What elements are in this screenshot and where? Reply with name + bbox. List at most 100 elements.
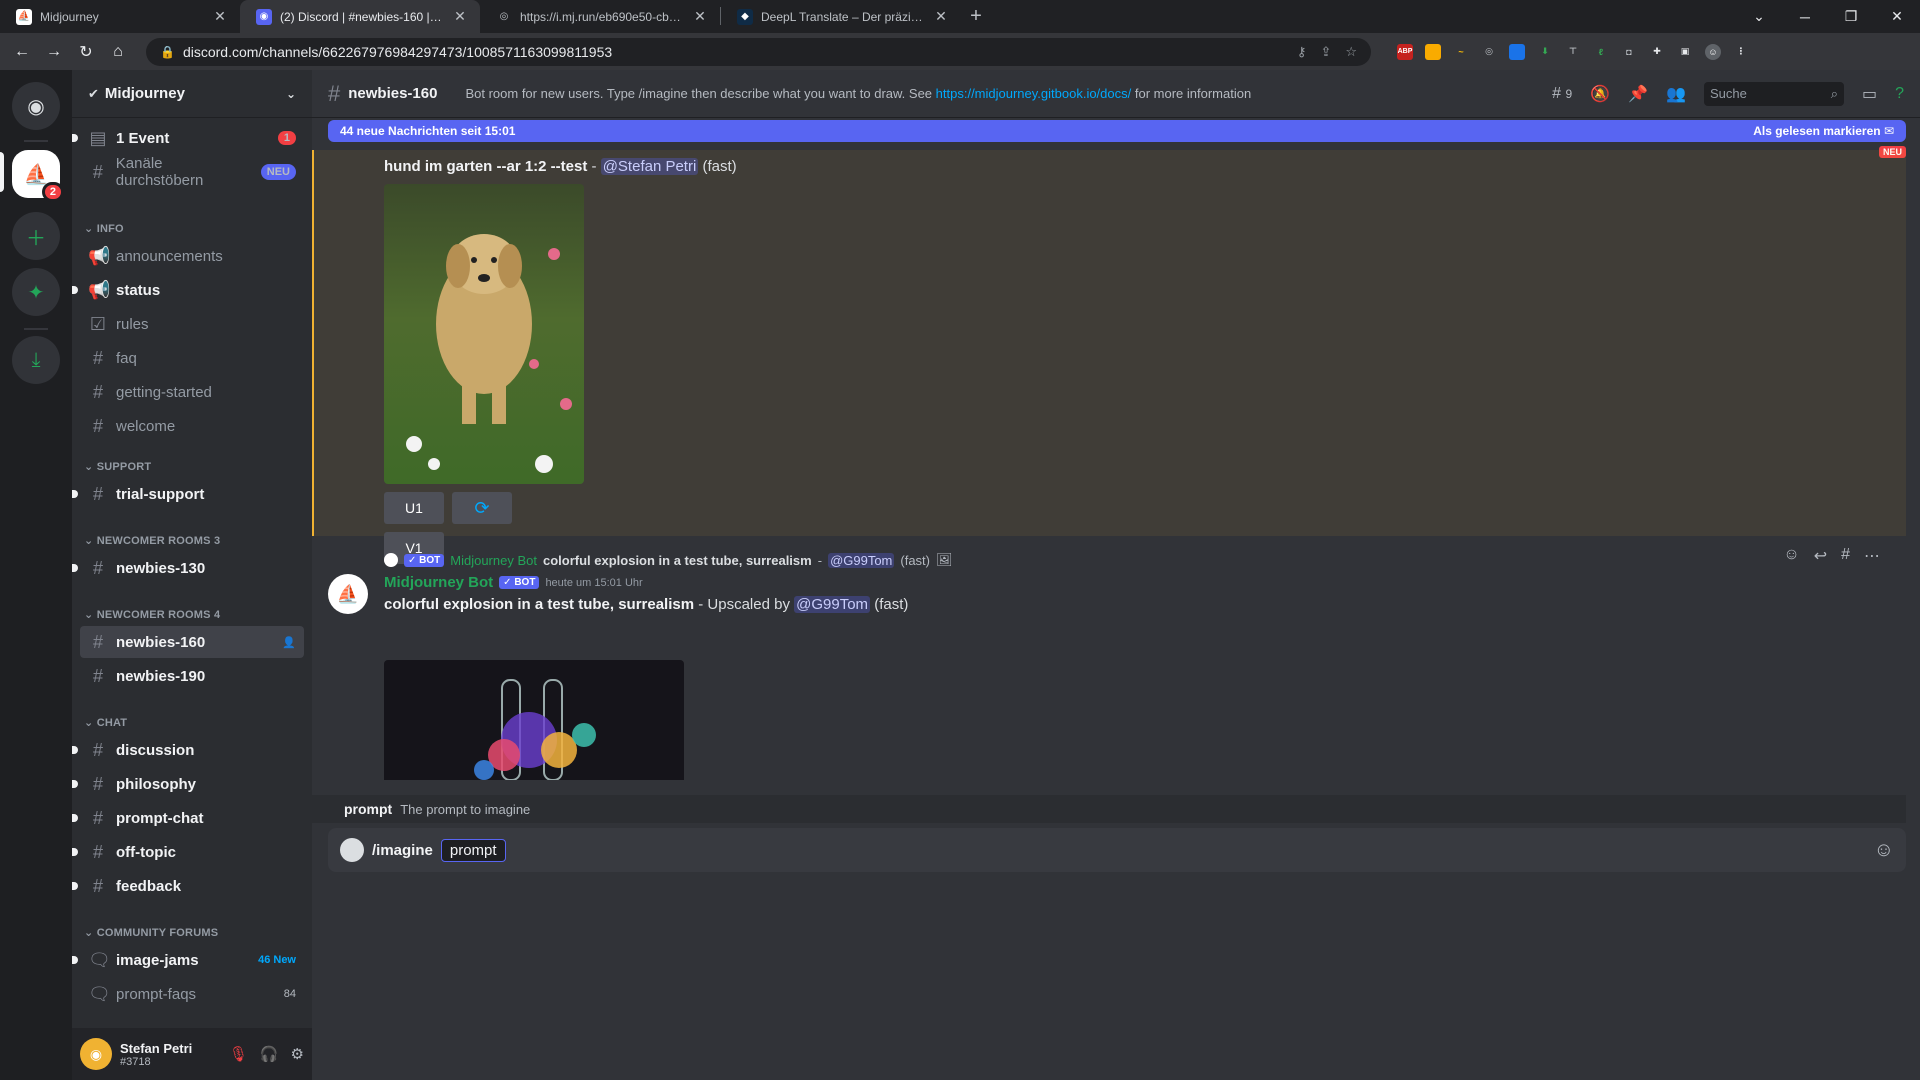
puzzle-icon[interactable]: ✚ bbox=[1649, 44, 1665, 60]
member-list-icon[interactable]: 👥 bbox=[1666, 84, 1686, 104]
forward-arrow-icon[interactable]: → bbox=[40, 38, 68, 66]
home-icon[interactable]: ⌂ bbox=[104, 38, 132, 66]
pin-icon[interactable]: 📌 bbox=[1628, 84, 1648, 104]
profile-avatar-icon[interactable]: ☺ bbox=[1705, 43, 1721, 60]
avatar[interactable]: ⛵ bbox=[328, 574, 368, 614]
channel-newbies-160[interactable]: # newbies-160 👤 bbox=[80, 626, 304, 658]
translate-extension-icon[interactable] bbox=[1509, 43, 1525, 60]
tool-extension-icon[interactable]: ⊤ bbox=[1565, 44, 1581, 60]
forum-prompt-faqs[interactable]: 🗨 prompt-faqs 84 bbox=[80, 978, 304, 1010]
headphones-icon[interactable]: 🎧 bbox=[260, 1045, 279, 1063]
browser-tab-mj-run[interactable]: ◎ https://i.mj.run/eb690e50-cb24-... ✕ bbox=[480, 0, 720, 33]
invite-member-icon[interactable]: 👤 bbox=[282, 636, 296, 649]
search-input[interactable]: Suche ⌕ bbox=[1703, 81, 1844, 106]
dog-in-garden-image[interactable] bbox=[384, 184, 584, 484]
channel-status[interactable]: 📢 status bbox=[72, 274, 304, 306]
test-tube-explosion-image[interactable] bbox=[384, 660, 684, 780]
menu-kebab-icon[interactable]: ⋮ bbox=[1733, 44, 1749, 60]
channel-discussion[interactable]: # discussion bbox=[72, 734, 304, 766]
close-tab-icon[interactable]: ✕ bbox=[212, 8, 228, 25]
browser-tab-midjourney[interactable]: ⛵ Midjourney ✕ bbox=[0, 0, 240, 33]
category-community-forums[interactable]: ⌄ COMMUNITY FORUMS bbox=[84, 926, 218, 939]
create-thread-icon[interactable]: # bbox=[1841, 546, 1850, 566]
browse-channels-item[interactable]: # Kanäle durchstöbern NEU bbox=[80, 155, 304, 189]
channel-newbies-130[interactable]: # newbies-130 bbox=[72, 552, 304, 584]
close-tab-icon[interactable]: ✕ bbox=[933, 8, 949, 25]
add-reaction-icon[interactable]: ☺ bbox=[1783, 546, 1799, 566]
mark-as-read-button[interactable]: Als gelesen markieren ✉ bbox=[1753, 124, 1894, 138]
reply-mention[interactable]: @G99Tom bbox=[828, 552, 895, 568]
reroll-button[interactable]: ⟳ bbox=[452, 492, 512, 524]
download-extension-icon[interactable]: ⬇ bbox=[1537, 44, 1553, 60]
channel-feedback[interactable]: # feedback bbox=[72, 870, 304, 902]
close-tab-icon[interactable]: ✕ bbox=[452, 8, 468, 25]
user-mention[interactable]: @G99Tom bbox=[794, 596, 871, 613]
user-info[interactable]: Stefan Petri #3718 bbox=[120, 1041, 192, 1068]
help-icon[interactable]: ? bbox=[1895, 85, 1904, 103]
forum-image-jams[interactable]: 🗨 image-jams 46 New bbox=[72, 944, 304, 976]
reply-reference[interactable]: ✓ BOT Midjourney Bot colorful explosion … bbox=[384, 552, 953, 568]
notes-extension-icon[interactable] bbox=[1425, 43, 1441, 60]
minimize-icon[interactable]: ─ bbox=[1782, 0, 1828, 33]
discord-home-button[interactable]: ◉ bbox=[12, 82, 60, 130]
star-icon[interactable]: ☆ bbox=[1345, 44, 1357, 60]
close-tab-icon[interactable]: ✕ bbox=[692, 8, 708, 25]
more-options-icon[interactable]: ⋯ bbox=[1864, 546, 1880, 566]
channel-newbies-190[interactable]: # newbies-190 bbox=[80, 660, 304, 692]
emoji-picker-icon[interactable]: ☺ bbox=[1874, 839, 1894, 862]
sidepanel-icon[interactable]: ▣ bbox=[1677, 44, 1693, 60]
channel-faq[interactable]: # faq bbox=[80, 342, 304, 374]
channel-welcome[interactable]: # welcome bbox=[80, 410, 304, 442]
channel-announcements[interactable]: 📢 announcements bbox=[80, 240, 304, 272]
guild-header[interactable]: ✔ Midjourney ⌄ bbox=[72, 70, 312, 118]
category-newcomer-rooms-3[interactable]: ⌄ NEWCOMER ROOMS 3 bbox=[84, 534, 220, 547]
key-icon[interactable]: ⚷ bbox=[1297, 44, 1307, 60]
explore-servers-button[interactable]: ✦ bbox=[12, 268, 60, 316]
download-apps-button[interactable]: ⤓ bbox=[12, 336, 60, 384]
close-window-icon[interactable]: ✕ bbox=[1874, 0, 1920, 33]
restore-icon[interactable]: ❐ bbox=[1828, 0, 1874, 33]
new-tab-button[interactable]: + bbox=[961, 0, 991, 33]
reply-icon[interactable]: ↩ bbox=[1814, 546, 1827, 566]
message-composer[interactable]: /imagine prompt ☺ bbox=[328, 828, 1906, 872]
notification-bell-muted-icon[interactable]: 🔕 bbox=[1590, 84, 1610, 104]
channel-topic[interactable]: Bot room for new users. Type /imagine th… bbox=[465, 86, 1251, 101]
threads-icon[interactable]: # 9 bbox=[1552, 85, 1572, 103]
avatar[interactable]: ◉ bbox=[80, 1038, 112, 1070]
category-chat[interactable]: ⌄ CHAT bbox=[84, 716, 127, 729]
globe-extension-icon[interactable]: ◎ bbox=[1481, 44, 1497, 60]
add-server-button[interactable]: ＋ bbox=[12, 212, 60, 260]
user-mention[interactable]: @Stefan Petri bbox=[600, 158, 699, 175]
message-mention-highlighted[interactable]: hund im garten --ar 1:2 --test - @Stefan… bbox=[312, 150, 1906, 564]
upscale-u1-button[interactable]: U1 bbox=[384, 492, 444, 524]
server-midjourney[interactable]: ⛵ 2 bbox=[12, 150, 64, 202]
author-name[interactable]: Midjourney Bot bbox=[384, 574, 493, 591]
lock-icon[interactable]: 🔒 bbox=[160, 45, 175, 59]
new-messages-bar[interactable]: 44 neue Nachrichten seit 15:01 Als geles… bbox=[328, 120, 1906, 142]
category-info[interactable]: ⌄ INFO bbox=[84, 222, 124, 235]
browser-tab-discord[interactable]: ◉ (2) Discord | #newbies-160 | Midjourne… bbox=[240, 0, 480, 33]
channel-off-topic[interactable]: # off-topic bbox=[72, 836, 304, 868]
address-bar[interactable]: 🔒 discord.com/channels/66226797698429747… bbox=[146, 37, 1371, 66]
channel-philosophy[interactable]: # philosophy bbox=[72, 768, 304, 800]
channel-getting-started[interactable]: # getting-started bbox=[80, 376, 304, 408]
mute-mic-icon[interactable]: 🎙 bbox=[229, 1045, 248, 1063]
adblock-icon[interactable]: ABP bbox=[1397, 43, 1413, 60]
leaf-extension-icon[interactable]: ℓ bbox=[1593, 44, 1609, 60]
gear-icon[interactable]: ⚙ bbox=[291, 1045, 304, 1063]
category-newcomer-rooms-4[interactable]: ⌄ NEWCOMER ROOMS 4 bbox=[84, 608, 220, 621]
back-arrow-icon[interactable]: ← bbox=[8, 38, 36, 66]
share-icon[interactable]: ⇪ bbox=[1320, 44, 1331, 60]
events-item[interactable]: ▤ 1 Event 1 bbox=[72, 122, 304, 154]
prompt-option-input[interactable]: prompt bbox=[440, 838, 506, 862]
channel-rules[interactable]: ☑ rules bbox=[80, 308, 304, 340]
channel-trial-support[interactable]: # trial-support bbox=[72, 478, 304, 510]
camera-extension-icon[interactable]: ◘ bbox=[1621, 44, 1637, 60]
reload-icon[interactable]: ↻ bbox=[72, 38, 100, 66]
wave-extension-icon[interactable]: ~ bbox=[1453, 44, 1469, 60]
browser-tab-deepl[interactable]: ◆ DeepL Translate – Der präziseste Übers… bbox=[721, 0, 961, 33]
tab-search-icon[interactable]: ⌄ bbox=[1736, 0, 1782, 33]
topic-link[interactable]: https://midjourney.gitbook.io/docs/ bbox=[936, 86, 1132, 101]
channel-prompt-chat[interactable]: # prompt-chat bbox=[72, 802, 304, 834]
category-support[interactable]: ⌄ SUPPORT bbox=[84, 460, 151, 473]
